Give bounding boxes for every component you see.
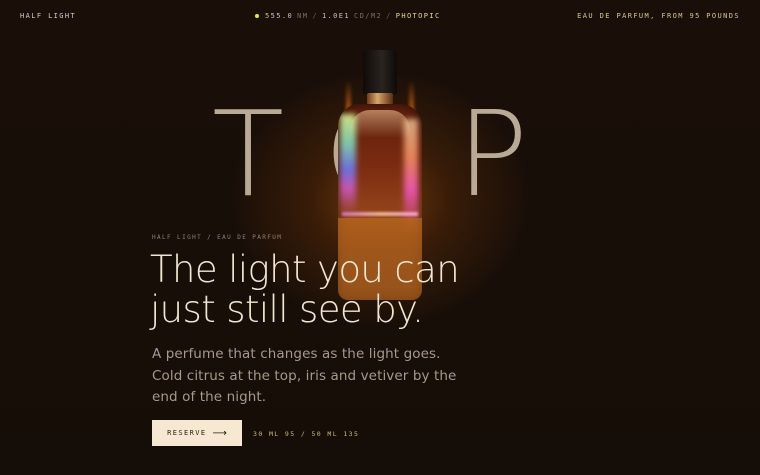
light-readout: 555.0 NM / 1.0e1 CD/M2 / PHOTOPIC — [255, 12, 441, 20]
readout-separator-2: / — [386, 12, 392, 20]
size-pricing: 30 ML 95 / 50 ML 135 — [253, 430, 360, 438]
hero-eyebrow: HALF LIGHT / EAU DE PARFUM — [152, 234, 283, 241]
glass-sheen — [350, 110, 410, 138]
wavelength-unit: NM — [297, 12, 309, 20]
wavelength-value: 555.0 — [265, 12, 294, 20]
headline-line-1: The light you can — [150, 248, 460, 291]
price-note: EAU DE PARFUM, FROM 95 POUNDS — [577, 12, 740, 20]
bottle-cap — [363, 50, 397, 94]
reserve-button[interactable]: RESERVE ⟶ — [152, 420, 242, 446]
liquid-line — [342, 212, 418, 216]
vision-mode: PHOTOPIC — [395, 12, 441, 20]
hero-stage: HALF LIGHT 555.0 NM / 1.0e1 CD/M2 / PHOT… — [0, 0, 760, 475]
hero-description: A perfume that changes as the light goes… — [152, 346, 457, 405]
luminance-value: 1.0e1 — [321, 12, 351, 20]
headline-line-2: just still see by. — [150, 288, 424, 331]
iridescent-edge-left — [340, 114, 356, 214]
hero-headline: The light you can just still see by. — [150, 250, 510, 330]
arrow-right-icon: ⟶ — [212, 427, 227, 439]
readout-separator: / — [312, 12, 318, 20]
luminance-unit: CD/M2 — [354, 12, 383, 20]
reserve-label: RESERVE — [167, 429, 207, 437]
status-dot-icon — [255, 14, 259, 18]
brand-logo[interactable]: HALF LIGHT — [20, 12, 76, 20]
